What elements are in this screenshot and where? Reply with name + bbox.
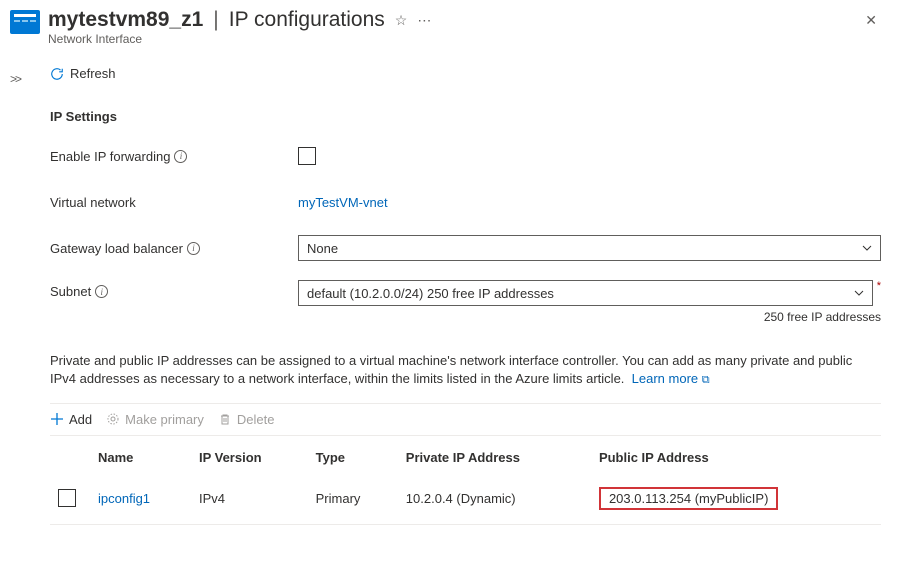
plus-icon	[50, 412, 64, 426]
delete-button: Delete	[218, 412, 275, 427]
required-indicator: *	[877, 280, 881, 292]
network-interface-icon	[10, 10, 40, 34]
label-virtual-network: Virtual network	[50, 195, 136, 210]
table-row[interactable]: ipconfig1 IPv4 Primary 10.2.0.4 (Dynamic…	[50, 477, 881, 525]
cell-privateip: 10.2.0.4 (Dynamic)	[398, 477, 591, 525]
add-button[interactable]: Add	[50, 412, 92, 427]
label-ip-forwarding: Enable IP forwarding	[50, 149, 170, 164]
subnet-select[interactable]: default (10.2.0.0/24) 250 free IP addres…	[298, 280, 873, 306]
subnet-free-hint: 250 free IP addresses	[298, 310, 881, 324]
row-checkbox[interactable]	[58, 489, 76, 507]
cell-ipversion: IPv4	[191, 477, 308, 525]
cell-type: Primary	[308, 477, 398, 525]
table-action-bar: Add Make primary Delete	[50, 403, 881, 436]
virtual-network-link[interactable]: myTestVM-vnet	[298, 195, 388, 210]
info-icon[interactable]: i	[95, 285, 108, 298]
info-icon[interactable]: i	[187, 242, 200, 255]
chevron-down-icon	[862, 243, 872, 253]
info-icon[interactable]: i	[174, 150, 187, 163]
subnet-value: default (10.2.0.0/24) 250 free IP addres…	[307, 286, 854, 301]
external-link-icon: ⧉	[702, 374, 710, 386]
col-publicip: Public IP Address	[591, 436, 881, 477]
label-subnet: Subnet	[50, 284, 91, 299]
ip-settings-heading: IP Settings	[50, 109, 881, 124]
resource-type: Network Interface	[48, 32, 861, 46]
make-primary-button: Make primary	[106, 412, 204, 427]
collapse-panel-icon[interactable]: >>	[10, 72, 20, 86]
public-ip-highlight: 203.0.113.254 (myPublicIP)	[599, 487, 778, 510]
gateway-lb-select[interactable]: None	[298, 235, 881, 261]
ipconfig-name-link[interactable]: ipconfig1	[98, 491, 150, 506]
page-title: IP configurations	[229, 8, 385, 32]
col-name: Name	[90, 436, 191, 477]
page-header: mytestvm89_z1 | IP configurations ☆ ⋯ Ne…	[10, 8, 881, 46]
chevron-down-icon	[854, 288, 864, 298]
close-icon[interactable]: ✕	[861, 8, 881, 33]
ip-forwarding-checkbox[interactable]	[298, 147, 316, 165]
resource-name: mytestvm89_z1	[48, 8, 203, 32]
gateway-lb-value: None	[307, 241, 862, 256]
refresh-icon	[50, 67, 64, 81]
title-separator: |	[213, 8, 218, 32]
favorite-star-icon[interactable]: ☆	[395, 12, 408, 29]
col-type: Type	[308, 436, 398, 477]
refresh-button[interactable]: Refresh	[50, 66, 116, 81]
description-text: Private and public IP addresses can be a…	[50, 352, 881, 389]
col-privateip: Private IP Address	[398, 436, 591, 477]
trash-icon	[218, 412, 232, 426]
gear-icon	[106, 412, 120, 426]
learn-more-link[interactable]: Learn more ⧉	[632, 371, 710, 386]
label-gateway-lb: Gateway load balancer	[50, 241, 183, 256]
col-ipversion: IP Version	[191, 436, 308, 477]
more-menu-icon[interactable]: ⋯	[417, 12, 431, 29]
command-bar: Refresh	[50, 66, 881, 99]
ip-config-table: Name IP Version Type Private IP Address …	[50, 436, 881, 525]
